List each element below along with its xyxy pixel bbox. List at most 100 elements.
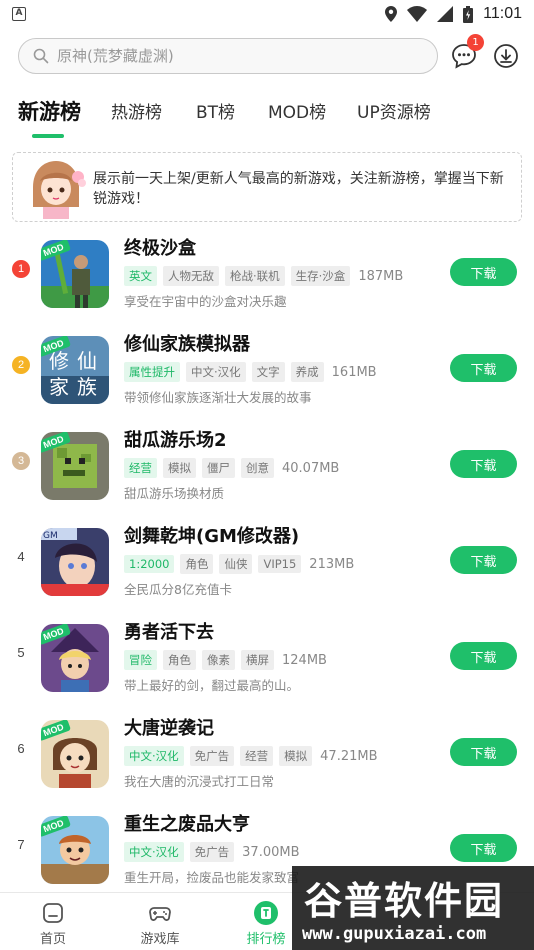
rank-badge: 1 xyxy=(12,260,30,278)
tag: 人物无敌 xyxy=(163,266,219,286)
tag: 冒险 xyxy=(124,650,157,670)
download-button[interactable]: 下载 xyxy=(450,834,517,862)
game-title[interactable]: 终极沙盒 xyxy=(124,234,196,260)
tab-new-games[interactable]: 新游榜 xyxy=(18,96,81,126)
tag: 免广告 xyxy=(189,746,235,766)
home-icon xyxy=(43,903,63,923)
download-button[interactable]: 下载 xyxy=(450,450,517,478)
file-size: 40.07MB xyxy=(282,460,340,476)
wifi-icon xyxy=(407,6,428,22)
watermark-url: www.gupuxiazai.com xyxy=(302,924,487,944)
tag: 模拟 xyxy=(279,746,313,766)
ranking-tabs: 新游榜 热游榜 BT榜 MOD榜 UP资源榜 xyxy=(0,92,534,142)
tag: 横屏 xyxy=(241,650,274,670)
game-description: 甜瓜游乐场换材质 xyxy=(124,486,225,501)
nav-label: 首页 xyxy=(39,932,66,947)
gamepad-icon xyxy=(149,907,171,921)
game-description: 全民瓜分8亿充值卡 xyxy=(124,582,232,597)
search-box[interactable] xyxy=(18,38,438,74)
list-item[interactable]: 1 MOD 终极沙盒 英文 人物无敌 枪战·联机 生存·沙盒 187MB 享受在… xyxy=(0,232,534,328)
signal-icon xyxy=(437,6,454,22)
search-input[interactable] xyxy=(57,47,397,65)
game-description: 带上最好的剑，翻过最高的山。 xyxy=(124,678,300,693)
tag: 角色 xyxy=(180,554,214,574)
game-description: 重生开局，捡废品也能发家致富 xyxy=(124,870,300,885)
file-size: 124MB xyxy=(282,652,327,668)
ranking-trophy-icon xyxy=(254,901,278,925)
watermark-overlay: 谷普软件园 www.gupuxiazai.com xyxy=(292,866,534,950)
nav-label: 排行榜 xyxy=(246,932,286,947)
tag: 角色 xyxy=(163,650,196,670)
list-item[interactable]: 2 修仙家族 MOD 修仙家族模拟器 属性提升 中文·汉化 文字 养成 161M… xyxy=(0,328,534,424)
game-title[interactable]: 重生之废品大亨 xyxy=(124,810,250,836)
list-item[interactable]: 4 GM 剑舞乾坤(GM修改器) 1:2000 角色 仙侠 VIP15 213M… xyxy=(0,520,534,616)
tab-bt[interactable]: BT榜 xyxy=(196,98,235,123)
tag: 属性提升 xyxy=(124,362,180,382)
tag: 免广告 xyxy=(189,842,235,862)
game-description: 带领修仙家族逐渐壮大发展的故事 xyxy=(124,390,312,405)
download-button[interactable]: 下载 xyxy=(450,546,517,574)
game-icon: MOD xyxy=(41,432,109,500)
rank-number: 5 xyxy=(17,645,25,660)
rank-number: 4 xyxy=(17,549,25,564)
game-tags: 属性提升 中文·汉化 文字 养成 161MB xyxy=(124,362,377,382)
game-tags: 冒险 角色 像素 横屏 124MB xyxy=(124,650,327,670)
game-icon: 修仙家族 MOD xyxy=(41,336,109,404)
tag: 英文 xyxy=(124,266,157,286)
game-tags: 英文 人物无敌 枪战·联机 生存·沙盒 187MB xyxy=(124,266,403,286)
game-icon: MOD xyxy=(41,240,109,308)
svg-text:仙: 仙 xyxy=(77,349,97,373)
tag: 中文·汉化 xyxy=(186,362,246,382)
file-size: 37.00MB xyxy=(242,844,300,860)
tag: 中文·汉化 xyxy=(124,842,184,862)
tab-mod[interactable]: MOD榜 xyxy=(268,98,326,123)
notification-a-icon: A xyxy=(12,7,26,21)
game-tags: 经营 模拟 僵尸 创意 40.07MB xyxy=(124,458,339,478)
nav-label: 游戏库 xyxy=(140,932,180,947)
watermark-title: 谷普软件园 xyxy=(304,879,505,923)
game-title[interactable]: 大唐逆袭记 xyxy=(124,714,214,740)
game-description: 我在大唐的沉浸式打工日常 xyxy=(124,774,275,789)
download-button[interactable]: 下载 xyxy=(450,258,517,286)
list-item[interactable]: 3 MOD 甜瓜游乐场2 经营 模拟 僵尸 创意 40.07MB 甜瓜游乐场换材… xyxy=(0,424,534,520)
status-bar: A 11:01 xyxy=(0,0,534,28)
game-icon: MOD xyxy=(41,720,109,788)
nav-game-library[interactable]: 游戏库 xyxy=(120,901,200,947)
download-button[interactable]: 下载 xyxy=(450,642,517,670)
tag: VIP15 xyxy=(258,555,302,573)
active-tab-indicator xyxy=(32,134,64,138)
tag: 僵尸 xyxy=(202,458,235,478)
tag: 养成 xyxy=(290,362,324,382)
tag: 创意 xyxy=(241,458,274,478)
download-button[interactable]: 下载 xyxy=(450,738,517,766)
ranking-description-banner: 展示前一天上架/更新人气最高的新游戏，关注新游榜，掌握当下新锐游戏！ xyxy=(12,152,522,222)
list-item[interactable]: 6 MOD 大唐逆袭记 中文·汉化 免广告 经营 模拟 47.21MB 我在大唐… xyxy=(0,712,534,808)
game-title[interactable]: 甜瓜游乐场2 xyxy=(124,426,227,452)
game-icon: MOD xyxy=(41,816,109,884)
search-icon xyxy=(33,48,49,64)
battery-icon xyxy=(463,5,474,23)
tag: 1:2000 xyxy=(124,555,175,573)
nav-home[interactable]: 首页 xyxy=(13,901,93,947)
tab-hot-games[interactable]: 热游榜 xyxy=(111,98,162,123)
rank-badge: 2 xyxy=(12,356,30,374)
game-title[interactable]: 剑舞乾坤(GM修改器) xyxy=(124,522,299,548)
game-tags: 中文·汉化 免广告 37.00MB xyxy=(124,842,300,862)
file-size: 187MB xyxy=(358,268,404,284)
tag: 文字 xyxy=(251,362,285,382)
tag: 仙侠 xyxy=(219,554,253,574)
message-badge: 1 xyxy=(467,34,484,51)
rank-badge: 3 xyxy=(12,452,30,470)
download-button[interactable]: 下载 xyxy=(450,354,517,382)
tag: 经营 xyxy=(240,746,274,766)
list-item[interactable]: 5 MOD 勇者活下去 冒险 角色 像素 横屏 124MB 带上最好的剑，翻过最… xyxy=(0,616,534,712)
clock: 11:01 xyxy=(483,5,522,22)
game-title[interactable]: 修仙家族模拟器 xyxy=(124,330,250,356)
tag: 像素 xyxy=(202,650,235,670)
game-tags: 1:2000 角色 仙侠 VIP15 213MB xyxy=(124,554,354,574)
game-title[interactable]: 勇者活下去 xyxy=(124,618,214,644)
file-size: 161MB xyxy=(331,364,377,380)
tab-up-resources[interactable]: UP资源榜 xyxy=(357,98,431,123)
download-manager-icon[interactable] xyxy=(492,42,520,70)
tag: 生存·沙盒 xyxy=(290,266,351,286)
